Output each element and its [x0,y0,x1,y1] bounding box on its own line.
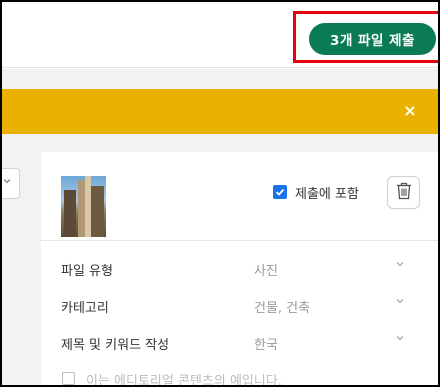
chevron-down-icon [2,175,12,189]
trash-icon [396,182,412,204]
editorial-label: 이는 에디토리얼 콘텐츠의 예입니다. [86,374,282,387]
editorial-checkbox[interactable] [62,372,75,385]
include-label: 제출에 포함 [295,187,359,202]
close-icon[interactable]: × [400,101,420,121]
field-value: 건물, 건축 [254,301,311,316]
file-card-header: 제출에 포함 [41,152,440,241]
field-label: 제목 및 키워드 작성 [61,338,170,353]
field-value: 한국 [254,338,278,353]
chevron-down-icon [395,333,405,346]
field-label: 파일 유형 [61,264,113,279]
notification-banner: × [0,89,440,134]
photo-thumbnail[interactable] [61,176,106,237]
field-label: 카테고리 [61,301,109,316]
delete-button[interactable] [387,176,420,209]
include-checkbox[interactable] [273,185,287,199]
chevron-down-icon [395,296,405,309]
field-row-title-keywords[interactable]: 제목 및 키워드 작성 한국 [41,325,440,361]
highlight-box [293,11,440,63]
chevron-down-icon [395,259,405,272]
field-value: 사진 [254,264,278,279]
field-row-file-type[interactable]: 파일 유형 사진 [41,251,440,287]
file-card: 제출에 포함 파일 유형 사진 카테고리 건물, 건축 제목 및 키워드 작성 [41,152,440,387]
field-row-category[interactable]: 카테고리 건물, 건축 [41,288,440,324]
left-panel-dropdown[interactable] [0,168,20,199]
